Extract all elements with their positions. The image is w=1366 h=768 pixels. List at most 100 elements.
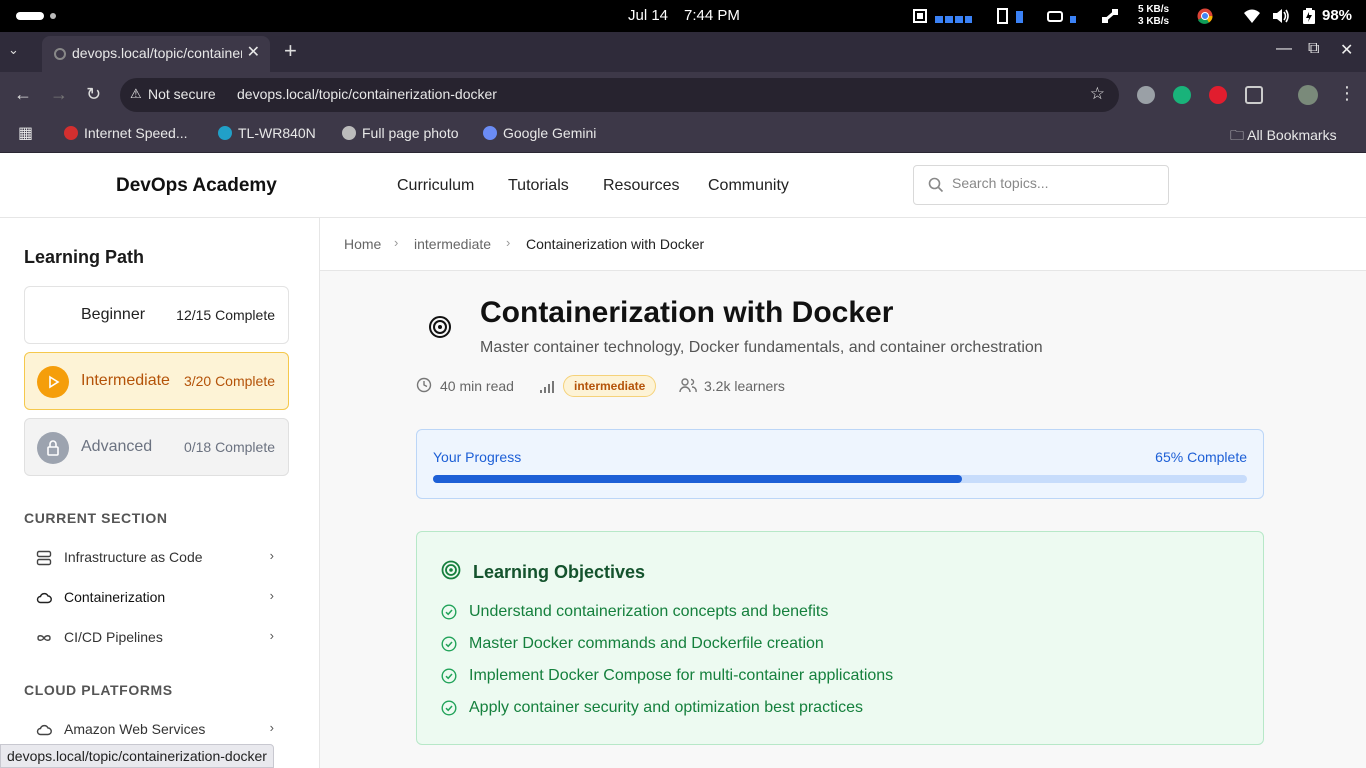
bookmark-star-icon[interactable]: ☆ (1090, 84, 1105, 104)
server-icon (36, 550, 52, 566)
router-icon (218, 126, 232, 140)
section-item-infrastructure-as-code[interactable]: Infrastructure as Code › (24, 544, 284, 572)
check-circle-icon (441, 604, 457, 620)
maximize-icon[interactable]: ⧉ (1308, 40, 1319, 58)
search-box[interactable] (913, 165, 1169, 205)
bookmark-label: Full page photo (362, 125, 459, 141)
globe-icon (342, 126, 356, 140)
section-item-amazon-web-services[interactable]: Amazon Web Services › (24, 716, 284, 744)
bookmark-label: TL-WR840N (238, 125, 316, 141)
menu-kebab-icon[interactable]: ⋮ (1338, 83, 1356, 104)
bookmarks-bar: ▦ Internet Speed... TL-WR840N Full page … (0, 118, 1366, 153)
forward-icon[interactable]: → (50, 84, 68, 105)
level-name: Advanced (81, 438, 153, 455)
progress-card: Your Progress 65% Complete (416, 429, 1264, 499)
target-icon (441, 560, 461, 580)
nav-resources[interactable]: Resources (603, 177, 679, 195)
chevron-right-icon: › (269, 720, 274, 735)
level-name: Beginner (81, 306, 146, 323)
nav-curriculum[interactable]: Curriculum (397, 177, 474, 195)
adblock-extension-icon[interactable] (1209, 86, 1227, 104)
cloud-icon (36, 724, 52, 736)
progress-status: 65% Complete (1155, 449, 1247, 465)
tab-title: devops.local/topic/containerization-dock… (72, 45, 242, 61)
objective-text: Implement Docker Compose for multi-conta… (469, 667, 894, 684)
memory-monitor-icon (997, 8, 1023, 24)
apps-grid-icon[interactable]: ▦ (18, 123, 33, 143)
site-brand[interactable]: DevOps Academy (116, 175, 277, 197)
tab-close-icon[interactable]: ✕ (247, 42, 260, 62)
security-label[interactable]: Not secure (148, 86, 216, 102)
network-monitor-icon (1102, 8, 1118, 24)
chevron-right-icon: › (394, 235, 399, 250)
section-item-ci-cd-pipelines[interactable]: CI/CD Pipelines › (24, 624, 284, 652)
browser-tab[interactable]: devops.local/topic/containerization-dock… (42, 36, 270, 72)
bookmark-full-page-photo[interactable]: Full page photo (342, 125, 459, 141)
extensions-puzzle-icon[interactable] (1245, 86, 1263, 104)
objectives-title: Learning Objectives (473, 562, 646, 582)
chevron-right-icon: › (269, 588, 274, 603)
nav-tutorials[interactable]: Tutorials (508, 177, 569, 195)
chrome-icon (1197, 8, 1213, 24)
level-advanced[interactable]: Advanced 0/18 Complete (24, 418, 289, 476)
learning-objectives-card: Learning Objectives Understand container… (416, 531, 1264, 745)
check-circle-icon (441, 668, 457, 684)
breadcrumb-home[interactable]: Home (344, 236, 381, 252)
cpu-monitor-icon (913, 9, 972, 23)
section-item-label: Amazon Web Services (64, 721, 206, 737)
learner-count: 3.2k learners (704, 378, 785, 394)
folder-icon: 🗀 (1230, 127, 1248, 143)
window-close-icon[interactable]: ✕ (1340, 40, 1353, 60)
bookmark-tl-wr840n[interactable]: TL-WR840N (218, 125, 316, 141)
progress-label: Your Progress (433, 449, 522, 465)
chevron-right-icon: › (506, 235, 511, 250)
level-progress: 3/20 Complete (183, 373, 275, 389)
minimize-icon[interactable]: — (1276, 40, 1292, 58)
network-speed-readout: 5 KB/s 3 KB/s (1138, 4, 1169, 28)
gemini-icon (483, 126, 497, 140)
topic-main: Containerization with Docker Master cont… (320, 271, 1366, 768)
breadcrumb: Home › intermediate › Containerization w… (320, 218, 1366, 271)
objective-text: Apply container security and optimizatio… (469, 699, 863, 716)
link-status-bubble: devops.local/topic/containerization-dock… (0, 744, 274, 768)
bookmark-label: Internet Speed... (84, 125, 188, 141)
infinity-icon (37, 635, 51, 641)
cloud-icon (36, 592, 52, 604)
url-text[interactable]: devops.local/topic/containerization-dock… (237, 86, 497, 102)
section-item-label: Containerization (64, 589, 166, 605)
tab-search-chevron-icon[interactable]: ⌄ (8, 42, 19, 58)
net-download-speed: 3 KB/s (1138, 16, 1170, 27)
current-section-heading: CURRENT SECTION (24, 510, 168, 526)
level-badge: intermediate (563, 375, 657, 397)
new-tab-icon[interactable]: + (284, 38, 297, 64)
sync-extension-icon[interactable] (1173, 86, 1191, 104)
os-indicator-pill (16, 12, 44, 20)
profile-avatar[interactable] (1298, 85, 1318, 105)
search-icon (928, 177, 944, 193)
browser-tab-strip: ⌄ devops.local/topic/containerization-do… (0, 32, 1366, 72)
objective-text: Master Docker commands and Dockerfile cr… (469, 635, 824, 652)
warning-icon: ⚠ (130, 86, 142, 101)
speedometer-icon (64, 126, 78, 140)
users-icon (679, 378, 697, 393)
os-status-bar: Jul 14 7:44 PM 5 KB/s 3 KB/s 98% (0, 0, 1366, 32)
wifi-icon (1244, 9, 1260, 23)
address-bar[interactable]: ⚠ Not secure devops.local/topic/containe… (120, 78, 1119, 112)
back-icon[interactable]: ← (14, 84, 32, 105)
reload-icon[interactable]: ↻ (86, 84, 101, 105)
all-bookmarks-label: All Bookmarks (1247, 127, 1337, 143)
cloud-platforms-heading: CLOUD PLATFORMS (24, 682, 173, 698)
nav-community[interactable]: Community (708, 177, 789, 195)
globe-extension-icon[interactable] (1137, 86, 1155, 104)
read-time: 40 min read (440, 378, 514, 394)
breadcrumb-current: Containerization with Docker (526, 236, 705, 252)
level-beginner[interactable]: Beginner 12/15 Complete (24, 286, 289, 344)
bookmark-internet-speed[interactable]: Internet Speed... (64, 125, 188, 141)
search-input[interactable] (952, 175, 1152, 191)
level-intermediate[interactable]: Intermediate 3/20 Complete (24, 352, 289, 410)
bookmark-google-gemini[interactable]: Google Gemini (483, 125, 596, 141)
section-item-containerization[interactable]: Containerization › (24, 584, 284, 612)
breadcrumb-level[interactable]: intermediate (414, 236, 491, 252)
clock-icon (416, 377, 432, 393)
all-bookmarks[interactable]: 🗀 All Bookmarks (1230, 125, 1337, 149)
